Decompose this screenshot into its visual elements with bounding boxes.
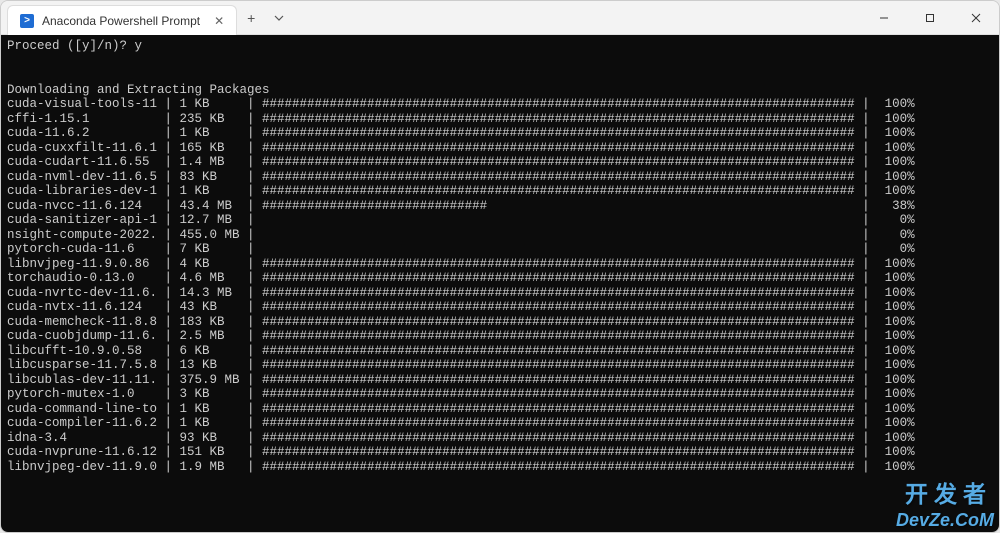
new-tab-button[interactable]: + (237, 1, 265, 34)
maximize-icon (925, 13, 935, 23)
chevron-down-icon (274, 13, 284, 23)
tab-anaconda-powershell[interactable]: > Anaconda Powershell Prompt ✕ (7, 5, 237, 35)
close-button[interactable] (953, 1, 999, 34)
tabs-area: > Anaconda Powershell Prompt ✕ + (1, 1, 293, 34)
maximize-button[interactable] (907, 1, 953, 34)
powershell-icon: > (20, 14, 34, 28)
tab-title: Anaconda Powershell Prompt (42, 14, 200, 28)
close-icon (971, 13, 981, 23)
terminal-output[interactable]: Proceed ([y]/n)? y Downloading and Extra… (1, 35, 999, 532)
app-window: > Anaconda Powershell Prompt ✕ + Proceed… (0, 0, 1000, 533)
minimize-button[interactable] (861, 1, 907, 34)
titlebar: > Anaconda Powershell Prompt ✕ + (1, 1, 999, 35)
minimize-icon (879, 13, 889, 23)
tab-close-button[interactable]: ✕ (214, 14, 224, 28)
tab-dropdown-button[interactable] (265, 1, 293, 34)
window-controls (861, 1, 999, 34)
